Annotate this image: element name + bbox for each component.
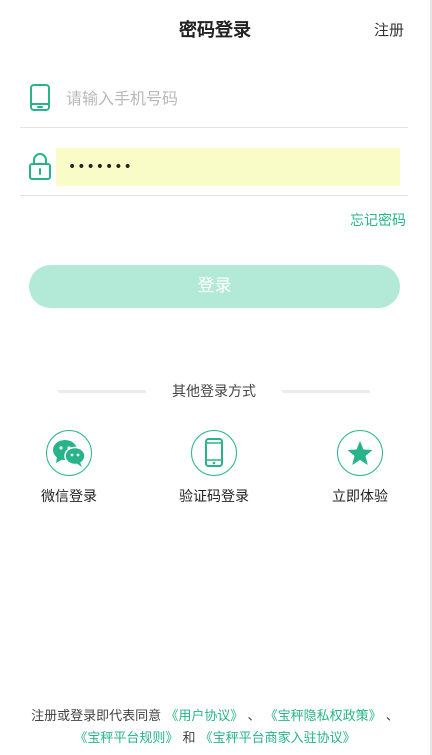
header: 密码登录 注册 xyxy=(0,0,430,56)
mobile-phone-icon xyxy=(205,438,223,467)
wechat-icon xyxy=(53,440,86,467)
wechat-login-button[interactable]: 微信登录 xyxy=(19,430,119,506)
agreement-prefix: 注册或登录即代表同意 xyxy=(31,709,162,724)
login-page: 密码登录 注册 忘记密码 登录 其他登录方式 xyxy=(0,0,432,755)
wechat-login-label: 微信登录 xyxy=(41,489,97,505)
user-agreement-link[interactable]: 《用户协议》 xyxy=(165,709,243,724)
mobile-phone-icon xyxy=(28,83,52,113)
register-link[interactable]: 注册 xyxy=(374,19,404,40)
agreement-separator: 、 xyxy=(247,709,261,724)
try-now-button[interactable]: 立即体验 xyxy=(310,430,410,506)
agreement-and: 和 xyxy=(182,731,196,746)
star-icon xyxy=(347,441,373,465)
login-button[interactable]: 登录 xyxy=(29,265,400,308)
sms-code-login-label: 验证码登录 xyxy=(179,489,249,505)
privacy-policy-link[interactable]: 《宝秤隐私权政策》 xyxy=(265,709,382,724)
sms-code-login-button[interactable]: 验证码登录 xyxy=(164,430,264,506)
agreement-separator: 、 xyxy=(385,709,399,724)
platform-rules-link[interactable]: 《宝秤平台规则》 xyxy=(74,731,178,746)
wechat-icon-circle xyxy=(46,430,92,476)
star-icon-circle xyxy=(337,430,383,476)
other-login-divider: 其他登录方式 xyxy=(58,380,370,400)
password-row xyxy=(20,136,408,196)
mobile-icon-circle xyxy=(191,430,237,476)
password-input[interactable] xyxy=(56,148,400,186)
merchant-agreement-link[interactable]: 《宝秤平台商家入驻协议》 xyxy=(200,731,356,746)
try-now-label: 立即体验 xyxy=(332,489,388,505)
phone-row xyxy=(20,68,408,128)
phone-input[interactable] xyxy=(66,86,396,110)
divider-line-right xyxy=(282,390,370,393)
lock-icon xyxy=(28,151,52,181)
forgot-password-link[interactable]: 忘记密码 xyxy=(350,210,406,230)
agreement-line-1: 注册或登录即代表同意 《用户协议》 、 《宝秤隐私权政策》 、 xyxy=(0,707,430,726)
page-title: 密码登录 xyxy=(179,20,251,41)
agreement-line-2: 《宝秤平台规则》 和 《宝秤平台商家入驻协议》 xyxy=(0,729,430,748)
